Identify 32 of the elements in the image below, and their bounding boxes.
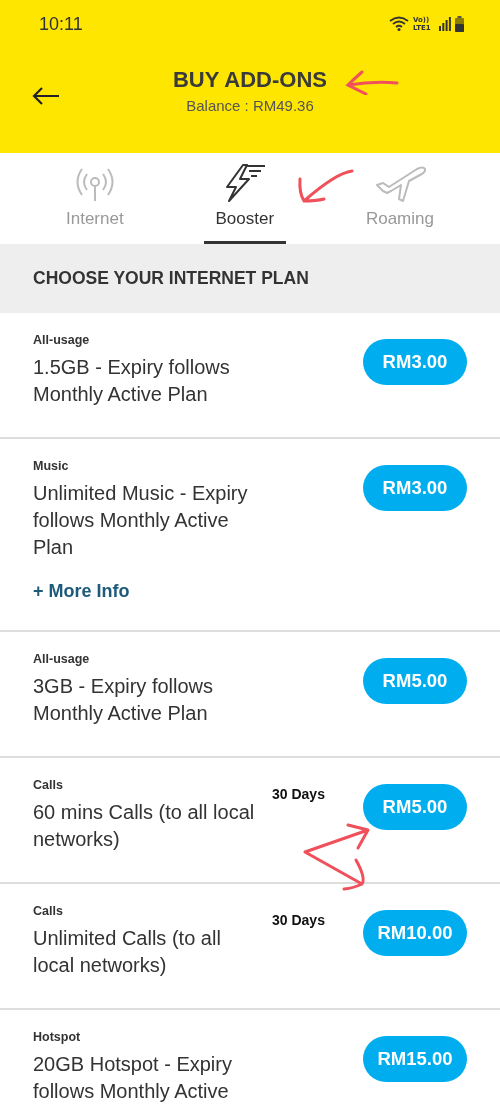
plan-category: Music: [33, 459, 70, 473]
validity-label: 30 Days: [272, 912, 325, 928]
price-button[interactable]: RM3.00: [363, 339, 467, 385]
battery-icon: [455, 16, 464, 32]
plan-description: 20GB Hotspot - Expiry follows Monthly Active: [33, 1052, 233, 1104]
plan-category: All-usage: [33, 652, 91, 666]
price-button[interactable]: RM15.00: [363, 1036, 467, 1082]
status-time: 10:11: [39, 13, 83, 35]
section-header: CHOOSE YOUR INTERNET PLAN: [0, 244, 500, 313]
plan-category: Calls: [33, 778, 64, 792]
price-button[interactable]: RM5.00: [363, 784, 467, 830]
annotation-arrow: [344, 69, 400, 95]
plan-category: Hotspot: [33, 1030, 82, 1044]
tab[interactable]: Internet: [62, 153, 128, 244]
plan-description: Unlimited Music - Expiry follows Monthly Active Plan: [33, 481, 249, 560]
price-button[interactable]: RM5.00: [363, 658, 467, 704]
more-info-link[interactable]: + More Info: [33, 581, 255, 602]
plan-description: 1.5GB - Expiry follows Monthly Active Plan: [33, 355, 231, 407]
plan-description: 3GB - Expiry follows Monthly Active Plan: [33, 674, 215, 726]
signal-icon: [439, 17, 451, 31]
balance-text: Balance : RM49.36: [186, 97, 314, 114]
validity-label: 30 Days: [272, 786, 325, 802]
page-title: BUY ADD-ONS: [173, 67, 327, 93]
price-button[interactable]: RM10.00: [363, 910, 467, 956]
back-arrow-icon[interactable]: [32, 86, 60, 106]
tab[interactable]: Roaming: [361, 153, 438, 244]
plan-description: Unlimited Calls (to all local networks): [33, 926, 222, 978]
plan-category: All-usage: [33, 333, 91, 347]
plan-category: Calls: [33, 904, 64, 918]
wifi-icon: [389, 16, 409, 32]
price-button[interactable]: RM3.00: [363, 465, 467, 511]
plan-description: 60 mins Calls (to all local networks): [33, 800, 255, 852]
